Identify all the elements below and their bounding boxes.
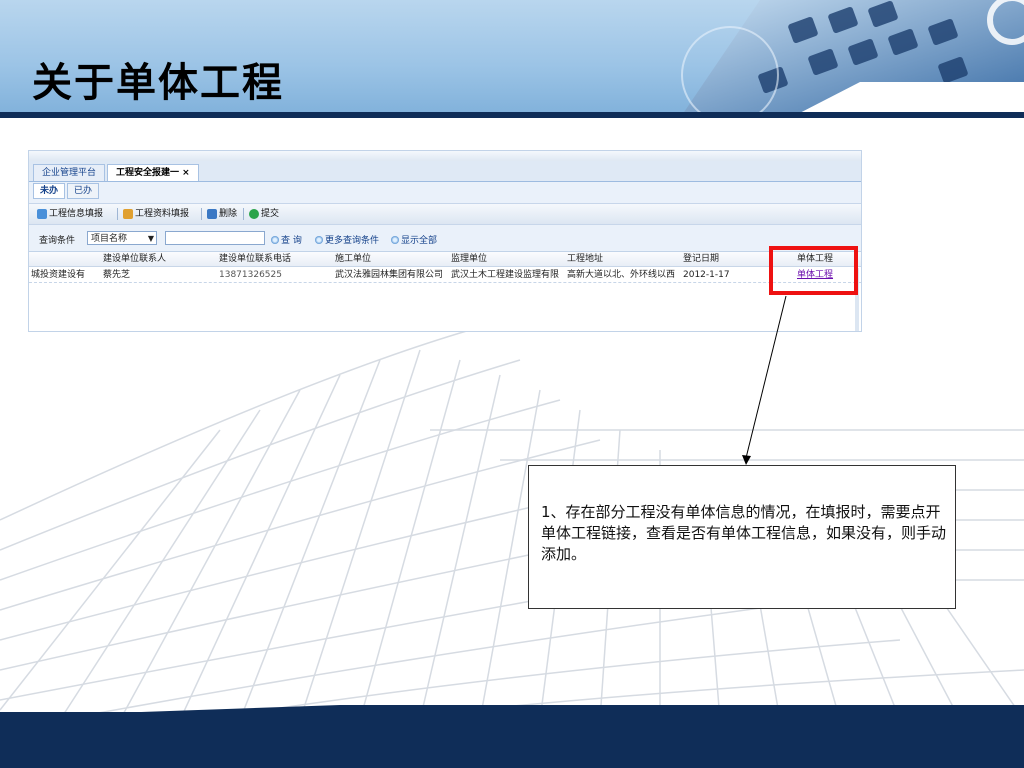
show-all-button[interactable]: 显示全部 bbox=[391, 233, 437, 246]
search-button[interactable]: 查 询 bbox=[271, 233, 302, 246]
highlight-box bbox=[769, 246, 858, 295]
delete-icon bbox=[207, 209, 217, 219]
callout-box: 1、存在部分工程没有单体信息的情况，在填报时，需要点开单体工程链接，查看是否有单… bbox=[528, 465, 956, 609]
table-cell: 武汉土木工程建设监理有限 bbox=[451, 270, 560, 280]
column-header[interactable]: 建设单位联系人 bbox=[101, 252, 217, 266]
toolbar-separator bbox=[243, 208, 244, 220]
search-icon bbox=[315, 235, 323, 244]
form-icon bbox=[37, 209, 47, 219]
slide-title: 关于单体工程 bbox=[32, 60, 284, 106]
query-input[interactable] bbox=[165, 231, 265, 245]
chevron-down-icon: ▼ bbox=[147, 234, 154, 243]
data-grid: 建设单位联系人 建设单位联系电话 施工单位 监理单位 工程地址 登记日期 单体工… bbox=[29, 251, 861, 331]
more-conditions-button[interactable]: 更多查询条件 bbox=[315, 233, 379, 246]
toolbar-separator bbox=[117, 208, 118, 220]
grid-header-row: 建设单位联系人 建设单位联系电话 施工单位 监理单位 工程地址 登记日期 单体工… bbox=[29, 252, 861, 267]
fill-docs-button[interactable]: 工程资料填报 bbox=[123, 207, 189, 221]
subtab-bar: 未办 已办 bbox=[33, 183, 101, 199]
tab-bar: 企业管理平台 工程安全报建一 × bbox=[29, 161, 861, 182]
search-icon bbox=[391, 235, 399, 244]
submit-button[interactable]: 提交 bbox=[249, 207, 279, 221]
search-icon bbox=[271, 235, 279, 244]
callout-text: 1、存在部分工程没有单体信息的情况，在填报时，需要点开单体工程链接，查看是否有单… bbox=[541, 503, 947, 563]
table-cell: 13871326525 bbox=[219, 270, 282, 280]
app-screenshot: 企业管理平台 工程安全报建一 × 未办 已办 工程信息填报 工程资料填报 删除 提… bbox=[28, 150, 862, 332]
toolbar-separator bbox=[201, 208, 202, 220]
table-cell: 城投资建设有 bbox=[31, 270, 86, 280]
query-label: 查询条件 bbox=[39, 236, 76, 246]
app-top-strip bbox=[29, 151, 861, 161]
table-cell: 高新大道以北、外环线以西 bbox=[567, 270, 676, 280]
column-header[interactable] bbox=[29, 252, 101, 266]
fill-info-button[interactable]: 工程信息填报 bbox=[37, 207, 103, 221]
delete-button[interactable]: 删除 bbox=[207, 207, 237, 221]
tab-enterprise-platform[interactable]: 企业管理平台 bbox=[33, 164, 106, 181]
column-header[interactable]: 工程地址 bbox=[565, 252, 681, 266]
table-cell: 蔡先芝 bbox=[103, 270, 131, 280]
subtab-done[interactable]: 已办 bbox=[67, 183, 100, 199]
column-header[interactable]: 施工单位 bbox=[333, 252, 449, 266]
header-stripe bbox=[0, 112, 1024, 118]
toolbar: 工程信息填报 工程资料填报 删除 提交 bbox=[29, 203, 861, 225]
document-icon bbox=[123, 209, 133, 219]
table-cell: 武汉法雅园林集团有限公司 bbox=[335, 270, 444, 280]
query-field-select[interactable]: 项目名称 ▼ bbox=[87, 231, 157, 245]
subtab-pending[interactable]: 未办 bbox=[33, 183, 66, 199]
tab-safety-registration[interactable]: 工程安全报建一 × bbox=[107, 164, 199, 181]
table-row[interactable]: 城投资建设有 蔡先芝 13871326525 武汉法雅园林集团有限公司 武汉土木… bbox=[29, 268, 861, 283]
query-bar: 查询条件 项目名称 ▼ 查 询 更多查询条件 显示全部 bbox=[29, 229, 861, 249]
column-header[interactable]: 建设单位联系电话 bbox=[217, 252, 333, 266]
column-header[interactable]: 监理单位 bbox=[449, 252, 565, 266]
footer-band bbox=[0, 712, 1024, 768]
check-icon bbox=[249, 209, 259, 219]
keyboard-photo bbox=[680, 0, 1024, 118]
